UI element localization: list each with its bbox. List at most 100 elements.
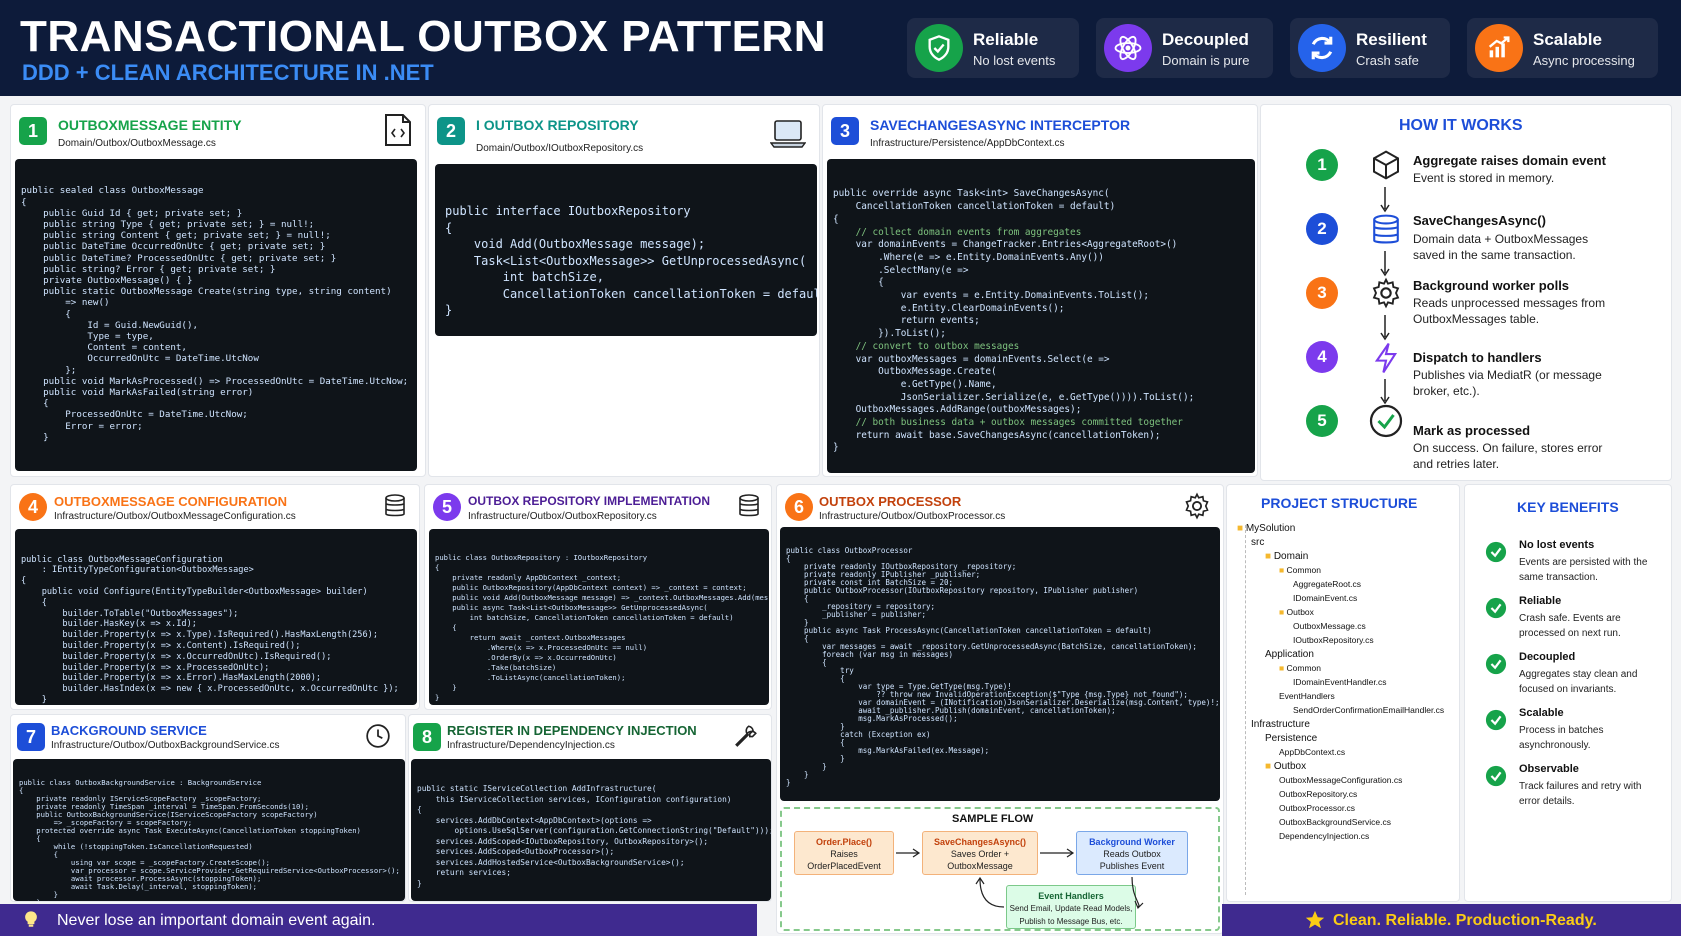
card-title: I OUTBOX REPOSITORY [476,117,639,133]
how-step-desc: Event is stored in memory. [1413,171,1555,185]
code-line: // both business data + outbox messages … [833,417,1183,429]
code-line: { [435,623,457,632]
code-line: services.AddScoped<IOutboxRepository, Ou… [417,836,709,846]
tree-item: ■ Outbox [1265,761,1306,772]
code-line: public void Add(OutboxMessage message) =… [435,593,769,602]
how-step-desc: On success. On failure, stores error and… [1413,441,1603,471]
tree-item: src [1251,537,1264,548]
badge-decoupled: Decoupled Domain is pure [1096,18,1273,78]
tree-item: OutboxProcessor.cs [1279,803,1355,813]
card-title: OUTBOX PROCESSOR [819,494,962,509]
badge-resilient: Resilient Crash safe [1290,18,1450,78]
code-line: Id = Guid.NewGuid(), [21,319,199,331]
code-line: public class OutboxRepository : IOutboxR… [435,553,648,562]
shield-check-icon [915,24,963,72]
code-line: { [417,805,422,814]
tree-item-label: OutboxProcessor.cs [1279,803,1356,813]
code-line: builder.Property(x => x.Content).IsRequi… [21,640,301,651]
step-number: 3 [831,117,859,145]
code-line: public class OutboxMessageConfiguration [21,554,223,565]
code-line: builder.HasIndex(x => new { x.ProcessedO… [21,684,399,695]
footer-left-banner: Never lose an important domain event aga… [0,904,757,936]
badge-subtitle: Domain is pure [1162,53,1250,68]
clock-icon [366,724,390,748]
tree-item-label: Application [1265,649,1314,660]
card-path: Domain/Outbox/OutboxMessage.cs [58,138,216,149]
cube-icon [1373,150,1399,180]
how-step-desc: Domain data + OutboxMessages saved in th… [1413,232,1589,262]
code-line: : IEntityTypeConfiguration<OutboxMessage… [21,565,254,576]
card-background-service: 7 BACKGROUND SERVICE Infrastructure/Outb… [10,714,406,902]
how-step-title: Aggregate raises domain event [1413,153,1606,168]
code-line: services.AddScoped<OutboxProcessor>(); [417,847,615,856]
card-path: Domain/Outbox/IOutboxRepository.cs [476,143,644,154]
tree-item-label: IDomainEvent.cs [1293,593,1358,603]
code-line: }).ToList(); [833,328,946,340]
code-block: public static IServiceCollection AddInfr… [411,759,771,901]
section-title: HOW IT WORKS [1399,117,1523,134]
code-line: OccurredOnUtc = DateTime.UtcNow [21,353,259,365]
card-path: Infrastructure/Persistence/AppDbContext.… [870,138,1065,149]
tree-item: Infrastructure [1251,719,1310,730]
code-line: private readonly AppDbContext _context; [435,573,622,582]
badge-subtitle: No lost events [973,53,1056,68]
code-block: public class OutboxProcessor{ private re… [780,527,1220,801]
tree-item: ■ Common [1279,565,1321,575]
how-step-title: SaveChangesAsync() [1413,213,1546,228]
tree-item-label: OutboxMessage.cs [1293,621,1366,631]
code-block: public sealed class OutboxMessage{ publi… [15,159,417,471]
section-title: KEY BENEFITS [1517,499,1619,515]
folder-icon: ■ [1265,761,1274,772]
card-outbox-processor: 6 OUTBOX PROCESSOR Infrastructure/Outbox… [776,484,1224,934]
code-line: CancellationToken cancellationToken = de… [833,201,1116,213]
code-block: public class OutboxMessageConfiguration … [15,529,417,705]
code-line: var outboxMessages = domainEvents.Select… [833,353,1110,365]
tree-item-label: SendOrderConfirmationEmailHandler.cs [1293,705,1445,715]
step-number: 5 [433,493,461,521]
code-line: .ToListAsync(cancellationToken); [435,673,626,682]
code-line: msg.MarkAsFailed(ex.Message); [786,746,990,755]
code-line: builder.ToTable("OutboxMessages"); [21,608,239,619]
how-step-number: 5 [1306,405,1338,437]
footer-right-text: Clean. Reliable. Production-Ready. [1333,912,1597,929]
code-line: public static IServiceCollection AddInfr… [417,784,657,793]
code-line: } [21,694,47,705]
tree-item-label: EventHandlers [1279,691,1335,701]
code-line: public DateTime? ProcessedOnUtc { get; p… [21,252,337,264]
badge-title: Decoupled [1162,30,1249,49]
code-line: public string? Error { get; private set;… [21,263,276,275]
code-line: } [19,899,399,902]
code-line: .SelectMany(e => [833,264,969,276]
code-block: public override async Task<int> SaveChan… [827,159,1255,473]
card-path: Infrastructure/Outbox/OutboxMessageConfi… [54,511,296,522]
code-line: return await _context.OutboxMessages [435,633,626,642]
tree-item: Persistence [1265,733,1317,744]
tree-item-label: AppDbContext.cs [1279,747,1346,757]
code-line: { [833,213,839,225]
card-title: REGISTER IN DEPENDENCY INJECTION [447,723,697,738]
code-line: Error = error; [21,420,143,432]
folder-icon: ■ [1237,523,1246,534]
code-line: } [786,778,791,787]
code-line: _publisher = publisher; [786,610,926,619]
code-line: } [786,762,827,771]
tree-item: OutboxMessage.cs [1293,621,1366,631]
tree-item: IDomainEventHandler.cs [1293,677,1387,687]
code-line: await Task.Delay(_interval, stoppingToke… [19,882,257,891]
database-icon [739,494,759,517]
flow-arrows [896,848,1144,910]
page-subtitle: DDD + CLEAN ARCHITECTURE IN .NET [22,60,434,85]
check-circle-icon [1369,404,1403,438]
code-line: while (!stoppingToken.IsCancellationRequ… [19,842,253,851]
code-line: public string Type { get; private set; }… [21,219,315,231]
tree-item-label: Infrastructure [1251,719,1310,730]
atom-icon [1104,24,1152,72]
code-line: int batchSize, [445,270,604,284]
how-step-desc: Reads unprocessed messages from OutboxMe… [1413,296,1606,326]
code-line: public DateTime OccurredOnUtc { get; pri… [21,241,326,253]
code-line: private OutboxMessage() { } [21,275,193,287]
code-line: { [21,576,27,587]
code-line: msg.MarkAsProcessed(); [786,714,958,723]
code-line: e.GetType().Name, [833,378,997,390]
lightbulb-icon [25,911,37,927]
